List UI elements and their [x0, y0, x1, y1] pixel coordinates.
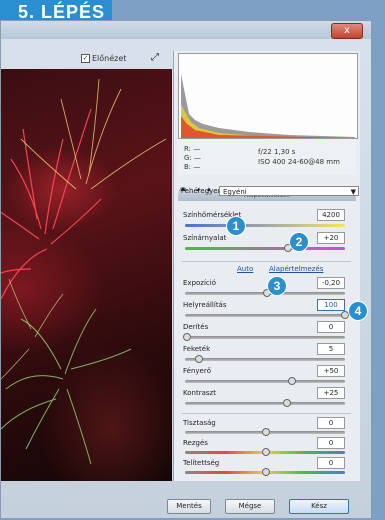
- slider-value[interactable]: 5: [317, 343, 345, 355]
- title-bar: x: [1, 21, 371, 39]
- slider-thumb[interactable]: [288, 377, 296, 385]
- callout-badge: 3: [268, 277, 286, 295]
- callout-badge: 1: [227, 217, 245, 235]
- slider-value[interactable]: 0: [317, 457, 345, 469]
- preview-label: Előnézet: [92, 54, 127, 63]
- fullscreen-icon[interactable]: ⤢: [151, 53, 163, 63]
- slider-track[interactable]: [185, 314, 345, 317]
- divider: [181, 261, 351, 262]
- slider-thumb[interactable]: [183, 333, 191, 341]
- divider: [181, 413, 351, 414]
- slider-label: Derítés: [183, 323, 209, 331]
- save-button[interactable]: Mentés: [167, 499, 211, 514]
- callout-badge: 2: [290, 233, 308, 251]
- chevron-down-icon: ▼: [350, 188, 356, 196]
- readout-r: R: —: [184, 145, 201, 153]
- slider-thumb[interactable]: [262, 448, 270, 456]
- slider-label: Expozíció: [183, 279, 216, 287]
- slider-label: Helyreállítás: [183, 301, 227, 309]
- slider-label: Telítettség: [183, 459, 220, 467]
- slider-thumb[interactable]: [262, 428, 270, 436]
- slider-track[interactable]: [185, 224, 345, 227]
- readout-b: B: —: [184, 163, 201, 171]
- slider-label: Tisztaság: [183, 419, 216, 427]
- auto-link[interactable]: Auto: [237, 265, 253, 273]
- pixel-readout: R: — G: — B: — f/22 1,30 s ISO 400 24-60…: [178, 139, 356, 175]
- default-link[interactable]: Alapértelmezés: [269, 265, 323, 273]
- slider-thumb[interactable]: [262, 468, 270, 476]
- callout-badge: 4: [349, 302, 367, 320]
- white-balance-select[interactable]: Egyéni ▼: [219, 186, 359, 196]
- slider-label: Rezgés: [183, 439, 208, 447]
- slider-label: Fényerő: [183, 367, 211, 375]
- white-balance-value: Egyéni: [223, 188, 247, 196]
- preview-checkbox[interactable]: ✓ Előnézet: [81, 54, 126, 63]
- slider-value[interactable]: +20: [317, 232, 345, 244]
- done-button[interactable]: Kész: [289, 499, 349, 514]
- camera-raw-window: x ✓ Előnézet ⤢ R: — G: — B: — f/22 1,30 …: [0, 20, 372, 519]
- exposure-info: f/22 1,30 s: [258, 148, 296, 156]
- slider-track[interactable]: [185, 380, 345, 383]
- slider-value[interactable]: 4200: [317, 209, 345, 221]
- preview-toolbar: ✓ Előnézet ⤢: [1, 51, 171, 69]
- iso-info: ISO 400 24-60@48 mm: [258, 158, 340, 166]
- slider-value[interactable]: 0: [317, 417, 345, 429]
- slider-value[interactable]: 0: [317, 437, 345, 449]
- slider-value[interactable]: +25: [317, 387, 345, 399]
- cancel-button[interactable]: Mégse: [225, 499, 275, 514]
- checkbox-box[interactable]: ✓: [81, 54, 90, 63]
- slider-thumb[interactable]: [341, 311, 349, 319]
- slider-track[interactable]: [185, 336, 345, 339]
- slider-track[interactable]: [185, 247, 345, 250]
- slider-value[interactable]: 100: [317, 299, 345, 311]
- photo-preview[interactable]: [1, 69, 172, 481]
- slider-value[interactable]: 0: [317, 321, 345, 333]
- slider-label: Feketék: [183, 345, 211, 353]
- slider-track[interactable]: [185, 402, 345, 405]
- slider-track[interactable]: [185, 358, 345, 361]
- close-button[interactable]: x: [331, 23, 363, 39]
- slider-thumb[interactable]: [195, 355, 203, 363]
- dialog-footer: Mentés Mégse Kész: [1, 491, 373, 520]
- slider-label: Kontraszt: [183, 389, 216, 397]
- fireworks-image: [1, 78, 167, 465]
- slider-label: Színárnyalat: [183, 234, 227, 242]
- readout-g: G: —: [184, 154, 202, 162]
- histogram: [178, 53, 358, 139]
- slider-value[interactable]: -0,20: [317, 277, 345, 289]
- slider-value[interactable]: +50: [317, 365, 345, 377]
- slider-thumb[interactable]: [283, 399, 291, 407]
